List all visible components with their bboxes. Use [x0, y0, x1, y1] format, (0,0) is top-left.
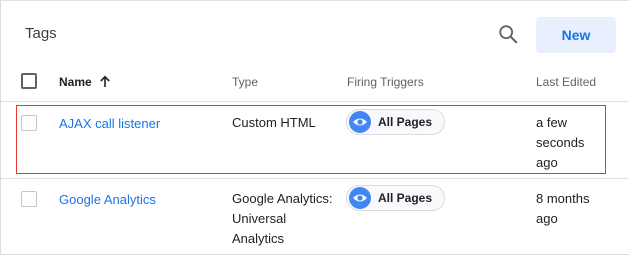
tag-type-line: Google Analytics:	[232, 191, 333, 206]
arrow-up-icon	[100, 75, 110, 87]
last-edited-line: 8 months	[536, 191, 590, 206]
tag-type-line: Analytics	[232, 231, 285, 246]
header-divider	[1, 101, 629, 102]
select-all-checkbox[interactable]	[21, 73, 37, 89]
last-edited: 8 months ago	[536, 189, 589, 229]
tag-type-line: Universal	[232, 211, 287, 226]
last-edited-line: ago	[536, 211, 558, 226]
tags-panel: Tags New Name Type Firing Triggers Last …	[0, 0, 629, 255]
page-title: Tags	[25, 25, 57, 42]
column-header-name-label: Name	[59, 75, 92, 89]
row-divider	[1, 178, 629, 179]
trigger-chip[interactable]: All Pages	[346, 185, 446, 211]
tag-type: Google Analytics: Universal Analytics	[232, 189, 332, 249]
row-checkbox[interactable]	[21, 191, 37, 207]
eye-icon	[349, 187, 371, 209]
new-button[interactable]: New	[536, 17, 616, 53]
column-header-name[interactable]: Name	[59, 75, 111, 89]
column-header-triggers: Firing Triggers	[347, 75, 424, 89]
tag-name-link[interactable]: Google Analytics	[59, 192, 156, 207]
column-header-type: Type	[232, 75, 259, 89]
trigger-label: All Pages	[378, 191, 433, 205]
highlight-box	[16, 105, 606, 174]
search-icon[interactable]	[497, 23, 519, 45]
column-header-edited: Last Edited	[536, 75, 597, 89]
